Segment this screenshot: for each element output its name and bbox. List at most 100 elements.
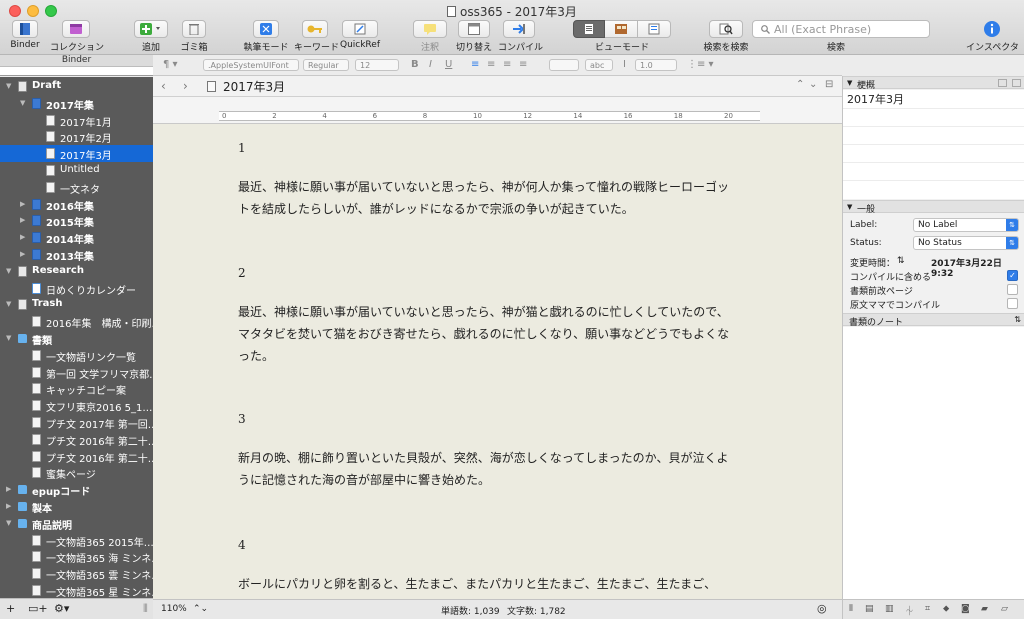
disclosure-triangle-icon[interactable]: ▼ — [6, 300, 14, 308]
disclosure-triangle-icon[interactable]: ▼ — [6, 82, 14, 90]
search-document-button[interactable] — [709, 20, 743, 38]
binder-item[interactable]: プチ文 2017年 第一回… — [0, 414, 153, 431]
annotation-toolbar-item[interactable]: 注釈 — [412, 20, 448, 53]
quickref-button[interactable] — [342, 20, 378, 38]
line-spacing-popup[interactable]: 1.0 — [635, 59, 677, 71]
comment-icon[interactable]: ▰ — [981, 604, 991, 614]
text-editor[interactable]: 1 最近、神様に願い事が届いていないと思ったら、神が何人か集って憧れの戦隊ヒーロー… — [153, 124, 842, 599]
compile-as-is-checkbox[interactable] — [1007, 298, 1018, 309]
view-mode-toolbar-item[interactable]: ビューモード — [572, 20, 672, 53]
binder-item[interactable]: 第一回 文学フリマ京都… — [0, 364, 153, 381]
status-popup[interactable]: No Status ⇅ — [913, 236, 1019, 250]
document-view-segment[interactable] — [573, 20, 605, 38]
binder-sidebar[interactable]: ▼ Draft ▼ 2017年集 2017年1月 2017年2月 2017年3月 Untitl… — [0, 77, 153, 598]
corkboard-view-segment[interactable] — [605, 20, 638, 38]
add-button[interactable] — [134, 20, 168, 38]
target-icon[interactable]: ◎ — [817, 602, 827, 615]
highlight-popup[interactable]: abc — [585, 59, 613, 71]
paragraph-style-icon[interactable]: ¶ ▾ — [163, 59, 178, 71]
align-justify-icon[interactable]: ≡ — [519, 59, 527, 71]
bookmarks-tab-icon[interactable]: ⏆ — [905, 604, 915, 617]
binder-item[interactable]: ▶ 2013年集 — [0, 246, 153, 263]
page-break-before-checkbox[interactable] — [1007, 284, 1018, 295]
keyword-toolbar-item[interactable]: キーワード — [294, 20, 339, 53]
disclosure-triangle-icon[interactable]: ▼ — [847, 203, 852, 211]
binder-item[interactable]: ▼ 書類 — [0, 330, 153, 347]
disclosure-triangle-icon[interactable]: ▶ — [20, 233, 28, 241]
binder-item[interactable]: ▶ 2014年集 — [0, 229, 153, 246]
image-toggle-icon[interactable] — [998, 79, 1007, 87]
disclosure-triangle-icon[interactable]: ▼ — [847, 79, 852, 87]
binder-item[interactable]: Untitled — [0, 162, 153, 179]
binder-item[interactable]: 2017年1月 — [0, 112, 153, 129]
collection-toolbar-item[interactable]: コレクション — [50, 20, 104, 53]
split-button[interactable] — [458, 20, 490, 38]
binder-item[interactable]: ▼ 2017年集 — [0, 95, 153, 112]
add-folder-icon[interactable]: ▭+ — [28, 602, 48, 615]
annotation-button[interactable] — [413, 20, 447, 38]
tag-icon[interactable]: ⬥ — [943, 604, 953, 614]
notes-section-header[interactable]: 書類のノート ⇅ — [843, 313, 1024, 328]
binder-item[interactable]: ▶ epupコード — [0, 481, 153, 498]
align-left-icon[interactable]: ≡ — [471, 59, 479, 71]
binder-filter-field[interactable] — [0, 67, 153, 76]
zoom-popup[interactable]: 110% — [161, 604, 187, 614]
inspector-toolbar-item[interactable]: インスペクタ — [966, 20, 1019, 53]
compile-toolbar-item[interactable]: コンパイル — [498, 20, 543, 53]
auto-generate-icon[interactable] — [1012, 79, 1021, 87]
align-center-icon[interactable]: ≡ — [487, 59, 495, 71]
chevron-updown-icon[interactable]: ⇅ — [1014, 315, 1021, 324]
forward-arrow-icon[interactable]: › — [183, 79, 188, 93]
font-size-popup[interactable]: 12 — [355, 59, 399, 71]
list-icon[interactable]: ⋮≡ ▾ — [687, 59, 714, 71]
text-color-popup[interactable] — [549, 59, 579, 71]
font-style-popup[interactable]: Regular — [303, 59, 349, 71]
notes-tab-icon[interactable]: ▤ — [865, 604, 875, 614]
compile-button[interactable] — [503, 20, 535, 38]
binder-item[interactable]: キャッチコピー案 — [0, 380, 153, 397]
disclosure-triangle-icon[interactable]: ▶ — [6, 502, 14, 510]
quickref-toolbar-item[interactable]: QuickRef — [339, 20, 381, 50]
binder-button[interactable] — [12, 20, 38, 38]
document-notes-field[interactable] — [843, 327, 1024, 599]
synopsis-section-header[interactable]: ▼ 梗概 — [843, 76, 1024, 91]
binder-toolbar-item[interactable]: Binder — [7, 20, 43, 50]
resize-handle-icon[interactable]: ⦀ — [143, 602, 148, 616]
disclosure-triangle-icon[interactable]: ▶ — [20, 250, 28, 258]
outliner-view-segment[interactable] — [638, 20, 671, 38]
view-mode-segmented-control[interactable] — [573, 20, 671, 38]
binder-item[interactable]: 一文物語365 海 ミンネ… — [0, 548, 153, 565]
italic-button[interactable]: I — [429, 59, 432, 71]
stepper-icon[interactable]: ⇅ — [897, 256, 905, 266]
add-item-icon[interactable]: + — [6, 602, 15, 615]
binder-item[interactable]: プチ文 2016年 第二十… — [0, 448, 153, 465]
camera-icon[interactable]: ◙ — [961, 604, 971, 614]
binder-item[interactable]: ▼ Draft — [0, 78, 153, 95]
binder-item[interactable]: 文フリ東京2016 5_1… — [0, 397, 153, 414]
binder-item[interactable]: 一文物語365 星 ミンネ… — [0, 582, 153, 598]
disclosure-triangle-icon[interactable]: ▶ — [20, 200, 28, 208]
align-right-icon[interactable]: ≡ — [503, 59, 511, 71]
resize-handle-icon[interactable]: ⦀ — [849, 604, 859, 614]
footnote-icon[interactable]: ▱ — [1001, 604, 1011, 614]
add-toolbar-item[interactable]: 追加 — [132, 20, 170, 53]
synopsis-field[interactable]: 2017年3月 — [843, 90, 1024, 199]
inspector-button[interactable] — [979, 20, 1005, 38]
disclosure-triangle-icon[interactable]: ▼ — [6, 334, 14, 342]
gear-icon[interactable]: ⚙▾ — [54, 602, 69, 615]
trash-button[interactable] — [182, 20, 206, 38]
binder-item[interactable]: ▼ Research — [0, 263, 153, 280]
disclosure-triangle-icon[interactable]: ▼ — [20, 99, 28, 107]
search-document-toolbar-item[interactable]: 検索を検索 — [698, 20, 754, 53]
keywords-tab-icon[interactable]: ⌗ — [925, 604, 935, 614]
disclosure-triangle-icon[interactable]: ▶ — [20, 216, 28, 224]
bold-button[interactable]: B — [411, 59, 419, 71]
binder-item[interactable]: 一文物語365 2015年… — [0, 532, 153, 549]
trash-toolbar-item[interactable]: ゴミ箱 — [178, 20, 210, 53]
font-family-popup[interactable]: .AppleSystemUIFont — [203, 59, 299, 71]
chevron-up-icon[interactable]: ⌃ — [796, 79, 804, 90]
chevron-down-icon[interactable]: ⌄ — [809, 79, 817, 90]
disclosure-triangle-icon[interactable]: ▼ — [6, 519, 14, 527]
binder-item[interactable]: ▼ 商品説明 — [0, 515, 153, 532]
split-editor-icon[interactable]: ⊟ — [825, 79, 833, 90]
